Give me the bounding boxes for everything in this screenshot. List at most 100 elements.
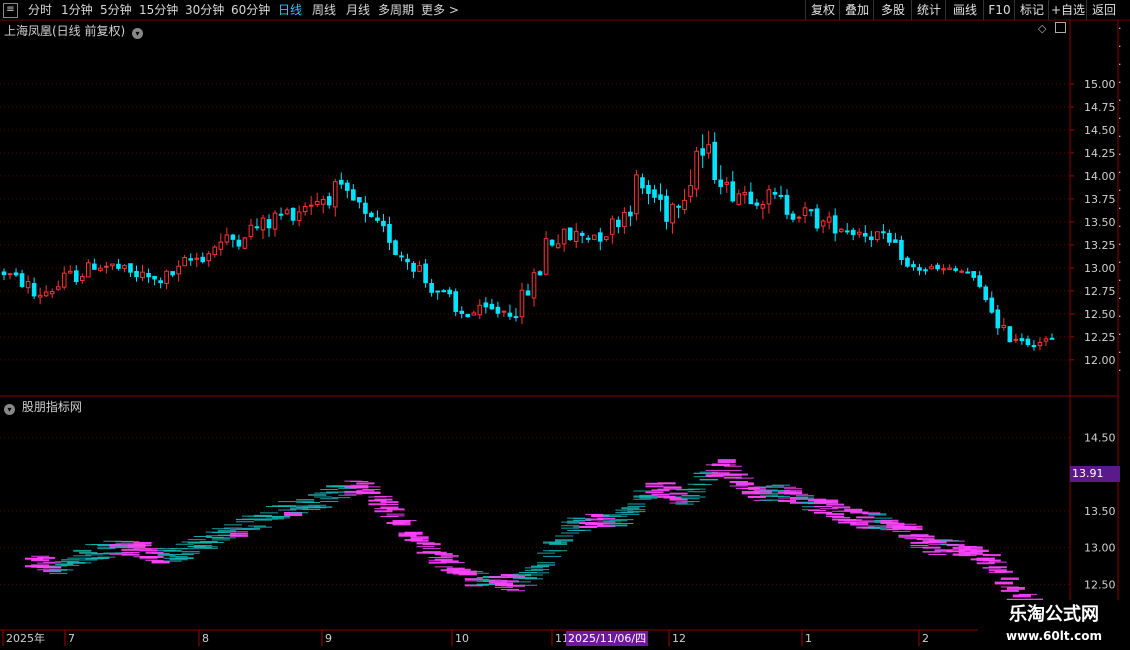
diamond-icon[interactable]: ◇: [1038, 22, 1046, 35]
candle-body: [122, 265, 127, 269]
candle-body: [513, 316, 519, 319]
candle-body: [134, 270, 139, 278]
candle-body: [718, 179, 724, 187]
candle-body: [760, 203, 766, 209]
candle-body: [146, 272, 151, 278]
candle-body: [37, 294, 43, 298]
candle-body: [1025, 338, 1031, 346]
candle-body: [332, 181, 338, 208]
sidebar-glyph: ·: [1118, 40, 1122, 53]
candle-body: [507, 312, 513, 317]
candle-body: [170, 271, 175, 276]
candlestick-series: [1, 130, 1055, 351]
candle-body: [369, 212, 374, 217]
candle-body: [597, 232, 603, 242]
candle-body: [929, 266, 934, 270]
candle-body: [856, 231, 862, 235]
candle-body: [778, 194, 784, 197]
price-tick-label: 13.00: [1084, 262, 1116, 275]
sidebar-glyph: ·: [1118, 76, 1122, 89]
candle-body: [790, 213, 796, 220]
candle-body: [236, 239, 242, 247]
date-label: 12: [672, 632, 686, 645]
candle-body: [887, 232, 892, 243]
candle-body: [338, 179, 344, 185]
date-label: 1: [805, 632, 812, 645]
sidebar-glyph: ·: [1118, 256, 1122, 269]
candle-body: [634, 174, 639, 215]
candle-body: [266, 219, 272, 229]
candle-body: [947, 267, 952, 270]
right-side-panel: · · · · · · · · · · · · · · · · · · · ·: [1118, 20, 1130, 395]
candle-body: [766, 189, 772, 205]
candle-body: [1, 271, 7, 276]
sidebar-glyph: ·: [1118, 220, 1122, 233]
candle-body: [242, 237, 248, 249]
date-label: 9: [325, 632, 332, 645]
candle-body: [838, 228, 844, 233]
candle-body: [465, 313, 471, 318]
candle-body: [501, 310, 507, 313]
candle-body: [941, 268, 946, 271]
candle-body: [519, 289, 525, 318]
candle-body: [977, 275, 983, 287]
candle-body: [814, 208, 820, 229]
candle-body: [603, 236, 609, 240]
candle-body: [393, 240, 398, 256]
indicator-series: [25, 459, 1062, 616]
candle-body: [429, 283, 434, 293]
sidebar-glyph: ·: [1118, 274, 1122, 287]
candle-body: [152, 275, 157, 280]
candle-body: [1049, 337, 1055, 340]
candle-body: [326, 196, 332, 206]
candle-body: [736, 193, 742, 205]
date-label: 7: [68, 632, 75, 645]
watermark-title: 乐淘公式网: [1009, 604, 1099, 625]
candle-body: [549, 239, 555, 246]
date-label: 8: [202, 632, 209, 645]
candle-body: [808, 209, 814, 212]
chevron-down-circle-icon[interactable]: ▾: [4, 404, 15, 415]
sidebar-glyph: ·: [1118, 238, 1122, 251]
price-tick-label: 12.50: [1084, 308, 1116, 321]
candle-body: [116, 263, 121, 269]
sidebar-glyph: ·: [1118, 292, 1122, 305]
candle-body: [79, 276, 85, 282]
candle-body: [128, 263, 133, 273]
window-icon[interactable]: [1055, 22, 1066, 33]
candle-body: [61, 272, 67, 288]
candle-body: [351, 189, 356, 201]
price-tick-label: 12.75: [1084, 285, 1116, 298]
candle-body: [1031, 344, 1037, 348]
indicator-tick-label: 12.50: [1084, 578, 1116, 591]
sidebar-glyph: ·: [1118, 112, 1122, 125]
candle-body: [230, 234, 236, 240]
chevron-down-circle-icon[interactable]: ▾: [132, 28, 144, 39]
candle-body: [423, 263, 428, 284]
candle-body: [73, 270, 79, 283]
candle-body: [19, 273, 25, 287]
candle-body: [1019, 338, 1025, 342]
candle-body: [573, 231, 579, 242]
indicator-axis: 14.50 13.50 13.00 12.50: [1084, 432, 1116, 592]
candle-body: [893, 239, 898, 243]
candle-body: [110, 263, 115, 267]
cursor-date-label: 2025/11/06/四: [566, 631, 649, 646]
candle-body: [278, 213, 284, 216]
indicator-panel-title: ▾ 股朋指标网: [4, 398, 82, 415]
candle-body: [772, 192, 778, 195]
candle-body: [483, 302, 489, 308]
candle-body: [965, 271, 970, 274]
candle-body: [104, 265, 109, 268]
candle-body: [543, 238, 549, 275]
candle-body: [959, 270, 964, 273]
candle-body: [92, 263, 97, 270]
candle-body: [748, 191, 754, 205]
candle-body: [1037, 341, 1043, 347]
candle-body: [953, 268, 958, 271]
candle-body: [935, 264, 940, 270]
candle-body: [591, 234, 597, 240]
candle-body: [850, 229, 856, 236]
price-tick-label: 12.25: [1084, 331, 1116, 344]
candle-body: [43, 291, 49, 297]
